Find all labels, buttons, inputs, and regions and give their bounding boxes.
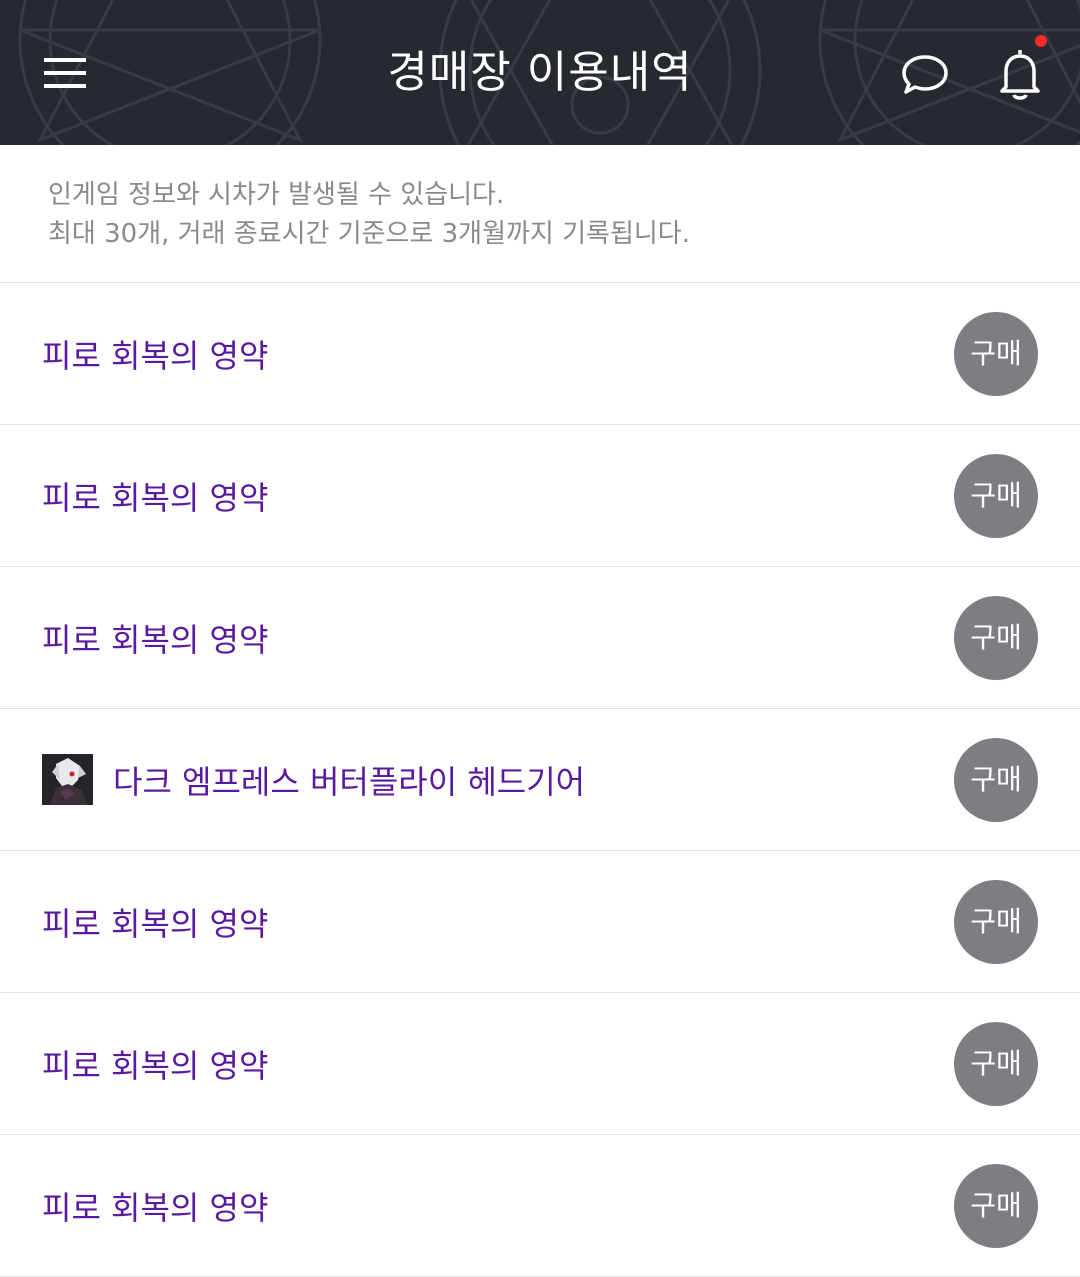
notification-button[interactable]	[985, 35, 1055, 110]
buy-button[interactable]: 구매	[954, 737, 1038, 822]
buy-button[interactable]: 구매	[954, 453, 1038, 538]
history-row[interactable]: 피로 회복의 영약 구매	[0, 283, 1080, 425]
notice-line-2: 최대 30개, 거래 종료시간 기준으로 3개월까지 기록됩니다.	[48, 219, 690, 249]
item-name: 피로 회복의 영약	[42, 1046, 269, 1085]
bell-icon	[1000, 49, 1040, 100]
buy-button[interactable]: 구매	[954, 879, 1038, 964]
history-row[interactable]: 피로 회복의 영약 구매	[0, 567, 1080, 709]
item-name: 피로 회복의 영약	[42, 620, 269, 659]
chat-bubble-icon	[902, 55, 948, 94]
app-header: 경매장 이용내역	[0, 0, 1080, 145]
history-row[interactable]: 피로 회복의 영약 구매	[0, 851, 1080, 993]
history-row[interactable]: 피로 회복의 영약 구매	[0, 425, 1080, 567]
buy-button[interactable]: 구매	[954, 1163, 1038, 1248]
character-avatar-icon	[42, 754, 93, 805]
history-row[interactable]: 다크 엠프레스 버터플라이 헤드기어 구매	[0, 709, 1080, 851]
notice-line-1: 인게임 정보와 시차가 발생될 수 있습니다.	[48, 180, 505, 210]
notification-dot	[1035, 35, 1047, 47]
item-name: 피로 회복의 영약	[42, 904, 269, 943]
notice-section: 인게임 정보와 시차가 발생될 수 있습니다. 최대 30개, 거래 종료시간 …	[0, 145, 1080, 283]
item-name: 피로 회복의 영약	[42, 1188, 269, 1227]
history-row[interactable]: 피로 회복의 영약 구매	[0, 1135, 1080, 1277]
history-list: 피로 회복의 영약 구매 피로 회복의 영약 구매 피로 회복의 영약 구매 다크 엠프레스…	[0, 283, 1080, 1277]
item-name: 피로 회복의 영약	[42, 336, 269, 375]
buy-button[interactable]: 구매	[954, 595, 1038, 680]
menu-button[interactable]	[30, 40, 100, 105]
hamburger-menu-icon	[44, 57, 86, 88]
history-row[interactable]: 피로 회복의 영약 구매	[0, 993, 1080, 1135]
item-name: 피로 회복의 영약	[42, 478, 269, 517]
buy-button[interactable]: 구매	[954, 311, 1038, 396]
buy-button[interactable]: 구매	[954, 1021, 1038, 1106]
item-name: 다크 엠프레스 버터플라이 헤드기어	[113, 762, 586, 801]
chat-button[interactable]	[890, 40, 960, 110]
